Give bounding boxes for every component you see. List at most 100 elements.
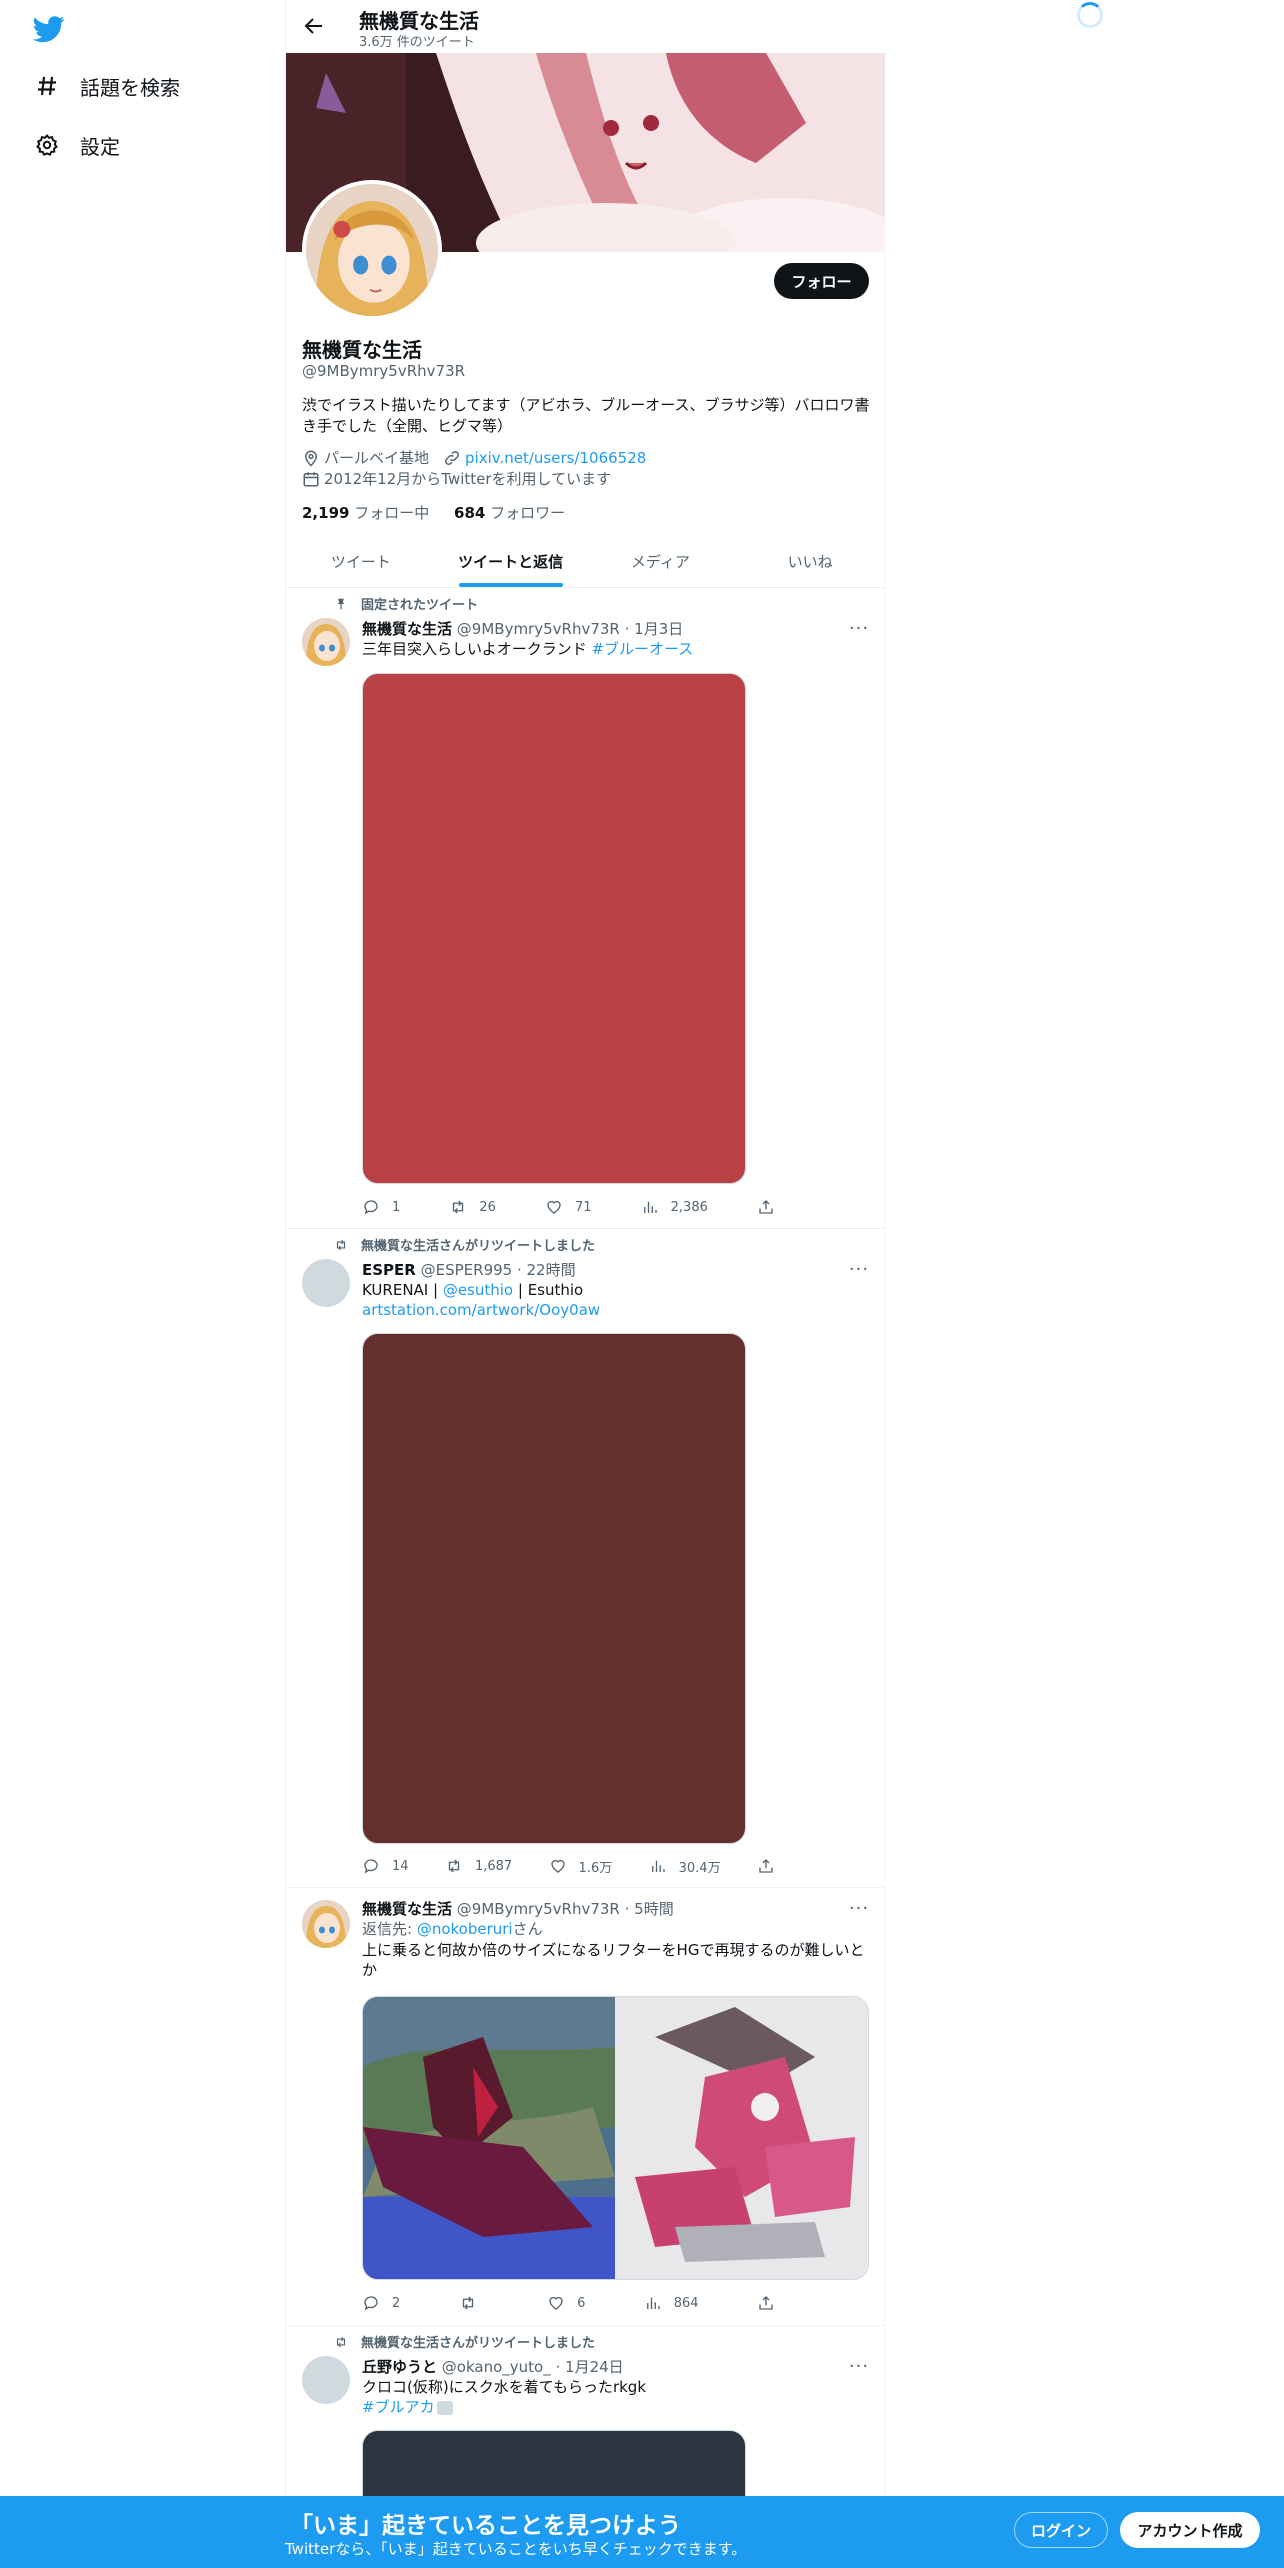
follow-button[interactable]: フォロー xyxy=(774,263,869,299)
hashtag-link[interactable]: #ブルアカ xyxy=(362,2398,435,2416)
profile-bio: 渋でイラスト描いたりしてます（アビホラ、ブルーオース、ブラサジ等）バロロワ書き手… xyxy=(302,396,870,435)
tweet-display-name[interactable]: ESPER xyxy=(362,1261,416,1279)
tweet-media-image[interactable] xyxy=(363,1997,615,2279)
retweet-icon xyxy=(462,2296,473,2310)
tweet-handle-time[interactable]: @9MBymry5vRhv73R · 5時間 xyxy=(457,1900,674,1918)
external-link[interactable]: artstation.com/artwork/Ooy0aw xyxy=(362,1301,600,1319)
views-chart-icon xyxy=(643,1201,657,1213)
tweet-actions: 2 6 864 xyxy=(362,2293,787,2313)
tweet-media-image[interactable] xyxy=(362,673,746,1184)
tweet[interactable]: 無機質な生活 @9MBymry5vRhv73R · 5時間 ··· 返信先: @… xyxy=(286,1888,885,2326)
views-button[interactable]: 30.4万 xyxy=(649,1856,721,1876)
reply-button[interactable]: 14 xyxy=(362,1856,409,1876)
nav-settings[interactable]: 設定 xyxy=(34,125,120,165)
tweet-header: 無機質な生活 @9MBymry5vRhv73R · 1月3日 xyxy=(362,618,683,639)
profile-joined-row: 2012年12月からTwitterを利用しています xyxy=(302,468,611,489)
loading-spinner-icon xyxy=(1077,2,1103,28)
tweet-media-image[interactable] xyxy=(615,1997,868,2279)
tweet-avatar[interactable] xyxy=(302,1259,350,1307)
reply-icon xyxy=(364,2296,378,2311)
reply-button[interactable]: 2 xyxy=(362,2293,400,2313)
more-options-icon[interactable]: ··· xyxy=(849,618,869,639)
tweet-display-name[interactable]: 無機質な生活 xyxy=(362,620,452,638)
views-button[interactable]: 864 xyxy=(644,2293,699,2313)
like-button[interactable]: 1.6万 xyxy=(549,1856,612,1876)
reply-button[interactable]: 1 xyxy=(362,1197,400,1217)
share-icon xyxy=(759,2296,773,2310)
signup-button[interactable]: アカウント作成 xyxy=(1120,2512,1260,2548)
reply-icon xyxy=(364,1200,378,1215)
profile-avatar[interactable] xyxy=(302,180,442,320)
hashtag-emoji-icon xyxy=(436,2400,453,2415)
share-button[interactable] xyxy=(757,1197,787,1217)
hashtag-link[interactable]: #ブルーオース xyxy=(591,640,693,658)
login-prompt-bar: 「いま」起きていることを見つけよう Twitterなら、「いま」起きていることを… xyxy=(0,2496,1284,2568)
tweet-context: 固定されたツイート xyxy=(333,594,478,613)
tweet-media-image[interactable] xyxy=(362,1333,746,1844)
tweet-context: 無機質な生活さんがリツイートしました xyxy=(333,1235,595,1254)
more-options-icon[interactable]: ··· xyxy=(849,1898,869,1919)
header-tweet-count: 3.6万 件のツイート xyxy=(359,35,475,50)
retweet-icon xyxy=(448,1859,460,1873)
login-button[interactable]: ログイン xyxy=(1014,2512,1108,2548)
pin-icon xyxy=(333,596,349,612)
retweet-button[interactable]: 26 xyxy=(449,1197,496,1217)
profile-website-link[interactable]: pixiv.net/users/1066528 xyxy=(465,449,646,467)
tweet-display-name[interactable]: 丘野ゆうと xyxy=(362,2358,437,2376)
tweet-text: KURENAI | @esuthio | Esuthio artstation.… xyxy=(362,1281,601,1319)
login-prompt-subtitle: Twitterなら、「いま」起きていることをいち早くチェックできます。 xyxy=(285,2540,747,2558)
views-button[interactable]: 2,386 xyxy=(641,1197,708,1217)
tweet[interactable]: 固定されたツイート 無機質な生活 @9MBymry5vRhv73R · 1月3日… xyxy=(286,588,885,1229)
like-button[interactable]: 71 xyxy=(545,1197,592,1217)
tweet-handle-time[interactable]: @okano_yuto_ · 1月24日 xyxy=(442,2358,624,2376)
profile-joined: 2012年12月からTwitterを利用しています xyxy=(324,470,612,488)
tweet-actions: 1 26 71 2,386 xyxy=(362,1197,787,1217)
tweet-actions: 14 1,687 1.6万 30.4万 xyxy=(362,1856,787,1876)
tweet-header: 丘野ゆうと @okano_yuto_ · 1月24日 xyxy=(362,2356,624,2377)
retweet-button[interactable] xyxy=(459,2293,489,2313)
more-options-icon[interactable]: ··· xyxy=(849,2356,869,2377)
mention-link[interactable]: @nokoberuri xyxy=(417,1920,513,1938)
header-name: 無機質な生活 xyxy=(359,9,479,33)
tab-media[interactable]: メディア xyxy=(586,535,736,587)
tweet-avatar[interactable] xyxy=(302,2356,350,2404)
profile-header-bar: 無機質な生活 3.6万 件のツイート xyxy=(286,0,885,53)
share-button[interactable] xyxy=(757,1856,787,1876)
followers-link[interactable]: 684 フォロワー xyxy=(454,504,565,522)
share-button[interactable] xyxy=(757,2293,787,2313)
nav-explore-label: 話題を検索 xyxy=(80,75,180,100)
gear-icon xyxy=(34,132,60,158)
following-link[interactable]: 2,199 フォロー中 xyxy=(302,504,429,522)
tweet-text: 上に乗ると何故か倍のサイズになるリフターをHGで再現するのが難しいとか xyxy=(362,1941,865,1979)
tweet-avatar[interactable] xyxy=(302,1900,350,1948)
tweet-handle-time[interactable]: @9MBymry5vRhv73R · 1月3日 xyxy=(457,620,683,638)
heart-icon xyxy=(547,1200,561,1214)
nav-settings-label: 設定 xyxy=(80,134,120,159)
profile-meta-row: パールベイ基地 pixiv.net/users/1066528 xyxy=(302,447,646,468)
twitter-logo-icon[interactable] xyxy=(32,13,65,45)
tab-tweets-and-replies[interactable]: ツイートと返信 xyxy=(436,535,586,587)
tab-tweets[interactable]: ツイート xyxy=(286,535,436,587)
profile-name: 無機質な生活 xyxy=(302,338,422,362)
more-options-icon[interactable]: ··· xyxy=(849,1259,869,1280)
retweet-icon xyxy=(333,1237,349,1253)
calendar-icon xyxy=(302,470,320,488)
retweet-icon xyxy=(453,1200,464,1214)
share-icon xyxy=(759,1859,773,1873)
tab-likes[interactable]: いいね xyxy=(735,535,885,587)
retweet-button[interactable]: 1,687 xyxy=(445,1856,512,1876)
nav-explore[interactable]: 話題を検索 xyxy=(34,66,180,106)
mention-link[interactable]: @esuthio xyxy=(443,1281,513,1299)
tweet-handle-time[interactable]: @ESPER995 · 22時間 xyxy=(421,1261,576,1279)
like-button[interactable]: 6 xyxy=(547,2293,585,2313)
profile-handle: @9MBymry5vRhv73R xyxy=(302,362,466,380)
tweet-header: 無機質な生活 @9MBymry5vRhv73R · 5時間 xyxy=(362,1898,674,1919)
tweet[interactable]: 無機質な生活さんがリツイートしました ESPER @ESPER995 · 22時… xyxy=(286,1229,885,1888)
left-nav: 話題を検索 設定 xyxy=(0,0,285,2568)
share-icon xyxy=(759,1200,773,1214)
tweet-display-name[interactable]: 無機質な生活 xyxy=(362,1900,452,1918)
back-arrow-icon[interactable] xyxy=(302,14,326,38)
views-chart-icon xyxy=(646,2297,660,2309)
tweet-avatar[interactable] xyxy=(302,618,350,666)
login-prompt-title: 「いま」起きていることを見つけよう xyxy=(290,2513,681,2539)
